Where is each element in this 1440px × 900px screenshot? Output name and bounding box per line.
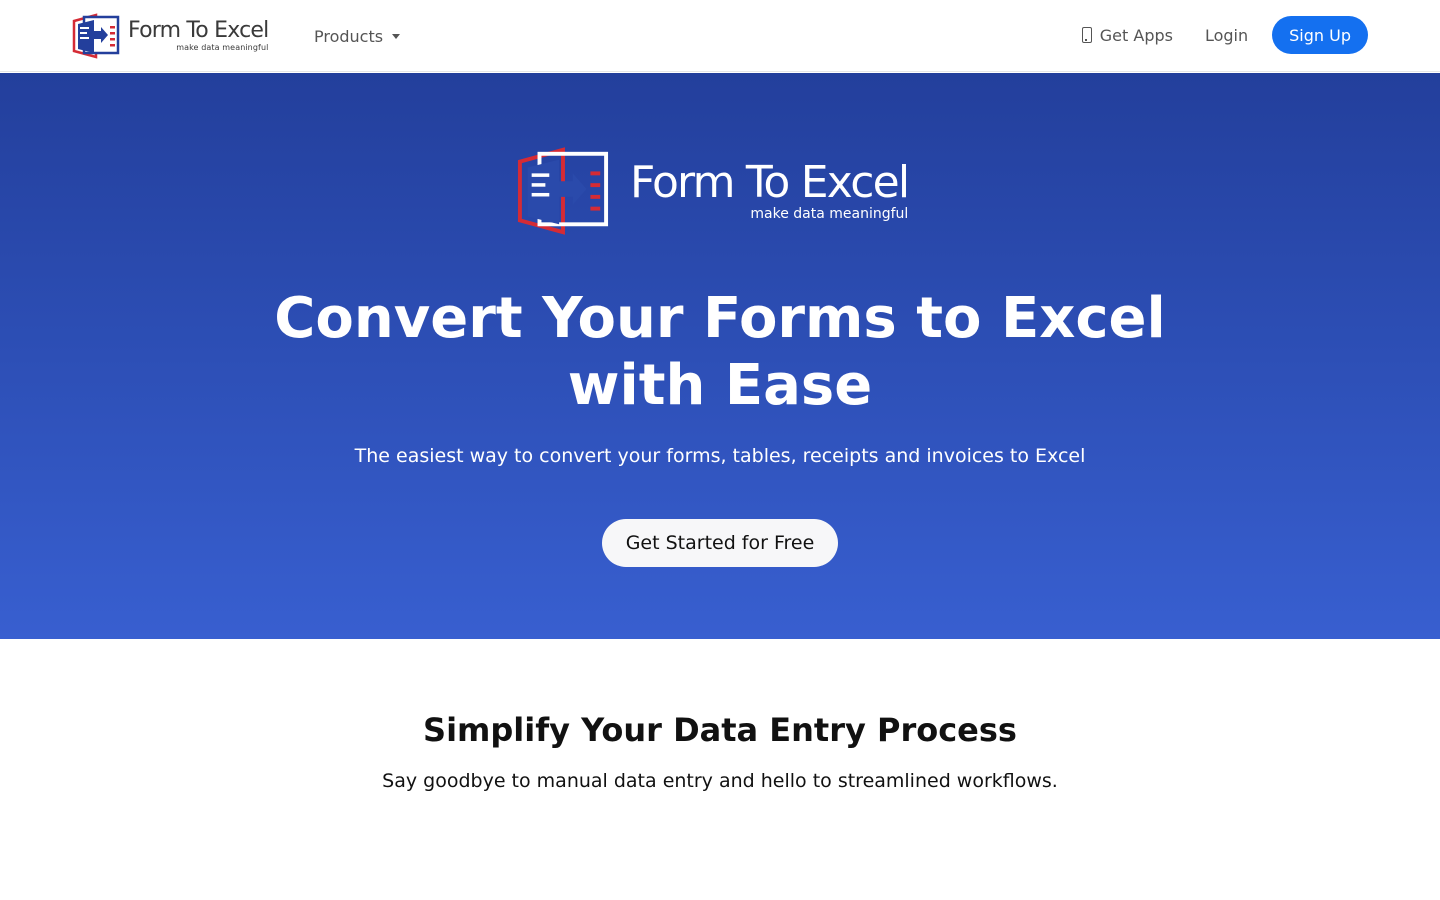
phone-icon: [1081, 27, 1092, 43]
hero-title-line-2: with Ease: [567, 353, 873, 418]
brand-wordmark: Form To Excel make data meaningful: [128, 18, 269, 52]
hero-wordmark: Form To Excel make data meaningful: [630, 157, 910, 222]
navbar: Form To Excel make data meaningful Produ…: [0, 0, 1440, 72]
hero-brand-tagline: make data meaningful: [750, 206, 909, 222]
logo-icon: [517, 147, 609, 235]
products-dropdown[interactable]: Products: [314, 24, 401, 48]
hero-title-line-1: Convert Your Forms to Excel: [274, 286, 1166, 351]
chevron-down-icon: [392, 33, 401, 39]
brand-name: Form To Excel: [128, 18, 269, 43]
hero-section: Form To Excel make data meaningful Conve…: [0, 73, 1440, 639]
sign-up-button[interactable]: Sign Up: [1272, 16, 1368, 54]
section-subtitle: Say goodbye to manual data entry and hel…: [382, 770, 1058, 792]
logo-icon: [72, 13, 120, 59]
get-started-button[interactable]: Get Started for Free: [602, 519, 838, 567]
hero-title: Convert Your Forms to Excel with Ease: [0, 285, 1440, 419]
hero-subtitle: The easiest way to convert your forms, t…: [354, 445, 1086, 467]
login-link[interactable]: Login: [1205, 26, 1248, 45]
nav-actions: Get Apps Login Sign Up: [1081, 16, 1368, 54]
hero-brand-name: Form To Excel: [630, 157, 910, 208]
section-title: Simplify Your Data Entry Process: [423, 711, 1017, 749]
hero-logo: Form To Excel make data meaningful: [516, 145, 910, 237]
brand-tagline: make data meaningful: [176, 43, 269, 52]
products-label: Products: [314, 26, 384, 46]
get-apps-label: Get Apps: [1099, 25, 1173, 45]
get-apps-link[interactable]: Get Apps: [1081, 25, 1173, 45]
brand-logo-link[interactable]: Form To Excel make data meaningful: [72, 13, 269, 59]
